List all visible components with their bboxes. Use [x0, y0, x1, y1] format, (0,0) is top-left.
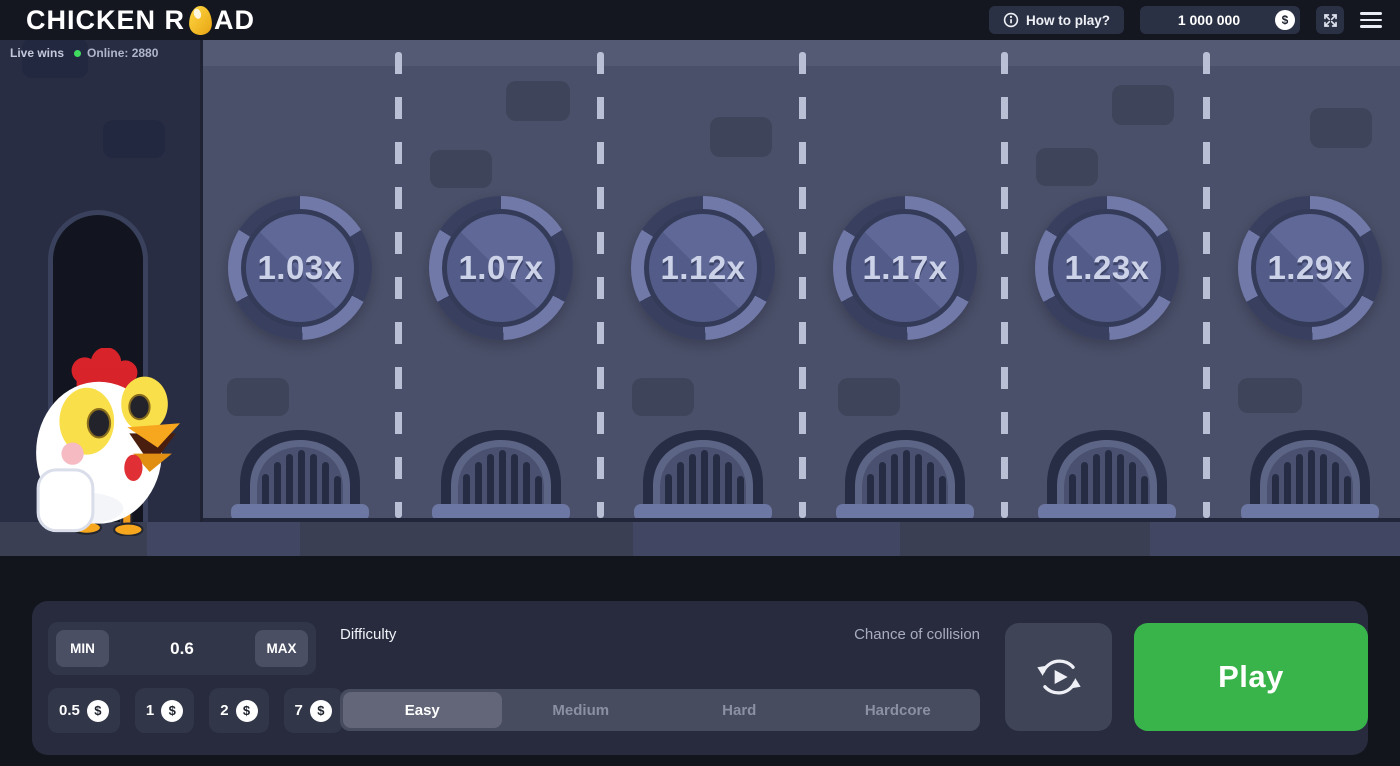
multiplier-tile-5: 1.23x — [1035, 196, 1179, 340]
sidebar-decor-patch — [103, 120, 165, 158]
bet-min-button[interactable]: MIN — [56, 630, 109, 667]
info-icon — [1003, 12, 1019, 28]
quick-bet-1-button[interactable]: 1 $ — [135, 688, 194, 733]
road-patch — [710, 117, 772, 157]
tab-hardcore[interactable]: Hardcore — [819, 692, 978, 728]
road-patch — [1310, 108, 1372, 148]
sewer-grate — [835, 424, 975, 521]
online-dot-icon — [74, 50, 81, 57]
menu-button[interactable] — [1360, 12, 1382, 28]
quick-bet-2-button[interactable]: 2 $ — [209, 688, 268, 733]
sewer-grate — [230, 424, 370, 521]
sewer-grate — [1037, 424, 1177, 521]
autoplay-icon — [1033, 651, 1085, 703]
multiplier-value: 1.03x — [257, 249, 342, 287]
tab-medium[interactable]: Medium — [502, 692, 661, 728]
multiplier-tile-4: 1.17x — [833, 196, 977, 340]
road-patch — [227, 378, 289, 416]
curb-band — [0, 522, 1400, 556]
difficulty-label: Difficulty — [340, 626, 396, 643]
dollar-coin-icon: $ — [1275, 10, 1295, 30]
multiplier-value: 1.17x — [862, 249, 947, 287]
difficulty-tabs: Easy Medium Hard Hardcore — [340, 689, 980, 731]
quick-bet-label: 1 — [146, 702, 154, 719]
chance-of-collision-label: Chance of collision — [854, 626, 980, 643]
live-wins-header: Live wins Online: 2880 — [10, 46, 158, 60]
road-patch — [430, 150, 492, 188]
chicken-character — [28, 348, 180, 536]
sewer-grate — [431, 424, 571, 521]
chicken-road-app: CHICKEN R AD How to play? 1 000 000 $ — [0, 0, 1400, 766]
sidebar-divider — [200, 40, 203, 522]
live-wins-label: Live wins — [10, 46, 64, 60]
difficulty-header-row: Difficulty Chance of collision — [340, 626, 980, 643]
multiplier-value: 1.23x — [1064, 249, 1149, 287]
control-panel: MIN 0.6 MAX 0.5 $ 1 $ 2 $ 7 $ Difficulty — [32, 601, 1368, 755]
bet-max-button[interactable]: MAX — [255, 630, 308, 667]
dollar-coin-icon: $ — [236, 700, 258, 722]
logo-text-right: AD — [214, 5, 255, 36]
multiplier-value: 1.29x — [1267, 249, 1352, 287]
fullscreen-icon — [1322, 12, 1339, 29]
balance-display[interactable]: 1 000 000 $ — [1140, 6, 1300, 34]
egg-icon — [188, 5, 213, 36]
how-to-play-label: How to play? — [1026, 13, 1110, 28]
quick-bet-row: 0.5 $ 1 $ 2 $ 7 $ — [48, 688, 343, 733]
multiplier-tile-3: 1.12x — [631, 196, 775, 340]
tab-hard[interactable]: Hard — [660, 692, 819, 728]
quick-bet-label: 0.5 — [59, 702, 80, 719]
online-label: Online: 2880 — [87, 46, 158, 60]
dollar-coin-icon: $ — [161, 700, 183, 722]
lane-divider — [1203, 52, 1210, 518]
bet-amount-box: MIN 0.6 MAX — [48, 622, 316, 675]
fullscreen-button[interactable] — [1316, 6, 1344, 34]
road-patch — [1112, 85, 1174, 125]
how-to-play-button[interactable]: How to play? — [989, 6, 1124, 34]
road-patch — [1036, 148, 1098, 186]
multiplier-value: 1.07x — [458, 249, 543, 287]
sewer-grate — [1240, 424, 1380, 521]
lane-divider — [1001, 52, 1008, 518]
lane-divider — [395, 52, 402, 518]
road-patch — [506, 81, 570, 121]
tab-easy[interactable]: Easy — [343, 692, 502, 728]
quick-bet-label: 2 — [220, 702, 228, 719]
dollar-coin-icon: $ — [87, 700, 109, 722]
multiplier-tile-6: 1.29x — [1238, 196, 1382, 340]
road-patch — [632, 378, 694, 416]
online-counter: Online: 2880 — [74, 46, 158, 60]
autoplay-button[interactable] — [1005, 623, 1112, 731]
play-button[interactable]: Play — [1134, 623, 1368, 731]
bet-amount-input[interactable]: 0.6 — [109, 639, 255, 659]
multiplier-tile-1: 1.03x — [228, 196, 372, 340]
game-road: 1.03x 1.07x 1.12x 1.17x 1.23x 1.29x — [200, 40, 1400, 522]
live-wins-sidebar: Live wins Online: 2880 — [0, 40, 200, 522]
topbar-actions: How to play? 1 000 000 $ — [989, 6, 1392, 34]
top-bar: CHICKEN R AD How to play? 1 000 000 $ — [0, 0, 1400, 40]
dollar-coin-icon: $ — [310, 700, 332, 722]
balance-value: 1 000 000 — [1178, 12, 1240, 28]
multiplier-value: 1.12x — [660, 249, 745, 287]
quick-bet-0.5-button[interactable]: 0.5 $ — [48, 688, 120, 733]
quick-bet-label: 7 — [295, 702, 303, 719]
app-logo: CHICKEN R AD — [26, 5, 255, 36]
multiplier-tile-2: 1.07x — [429, 196, 573, 340]
logo-text-left: CHICKEN R — [26, 5, 185, 36]
lane-divider — [799, 52, 806, 518]
quick-bet-7-button[interactable]: 7 $ — [284, 688, 343, 733]
road-patch — [1238, 378, 1302, 413]
lane-divider — [597, 52, 604, 518]
road-patch — [838, 378, 900, 416]
sewer-grate — [633, 424, 773, 521]
